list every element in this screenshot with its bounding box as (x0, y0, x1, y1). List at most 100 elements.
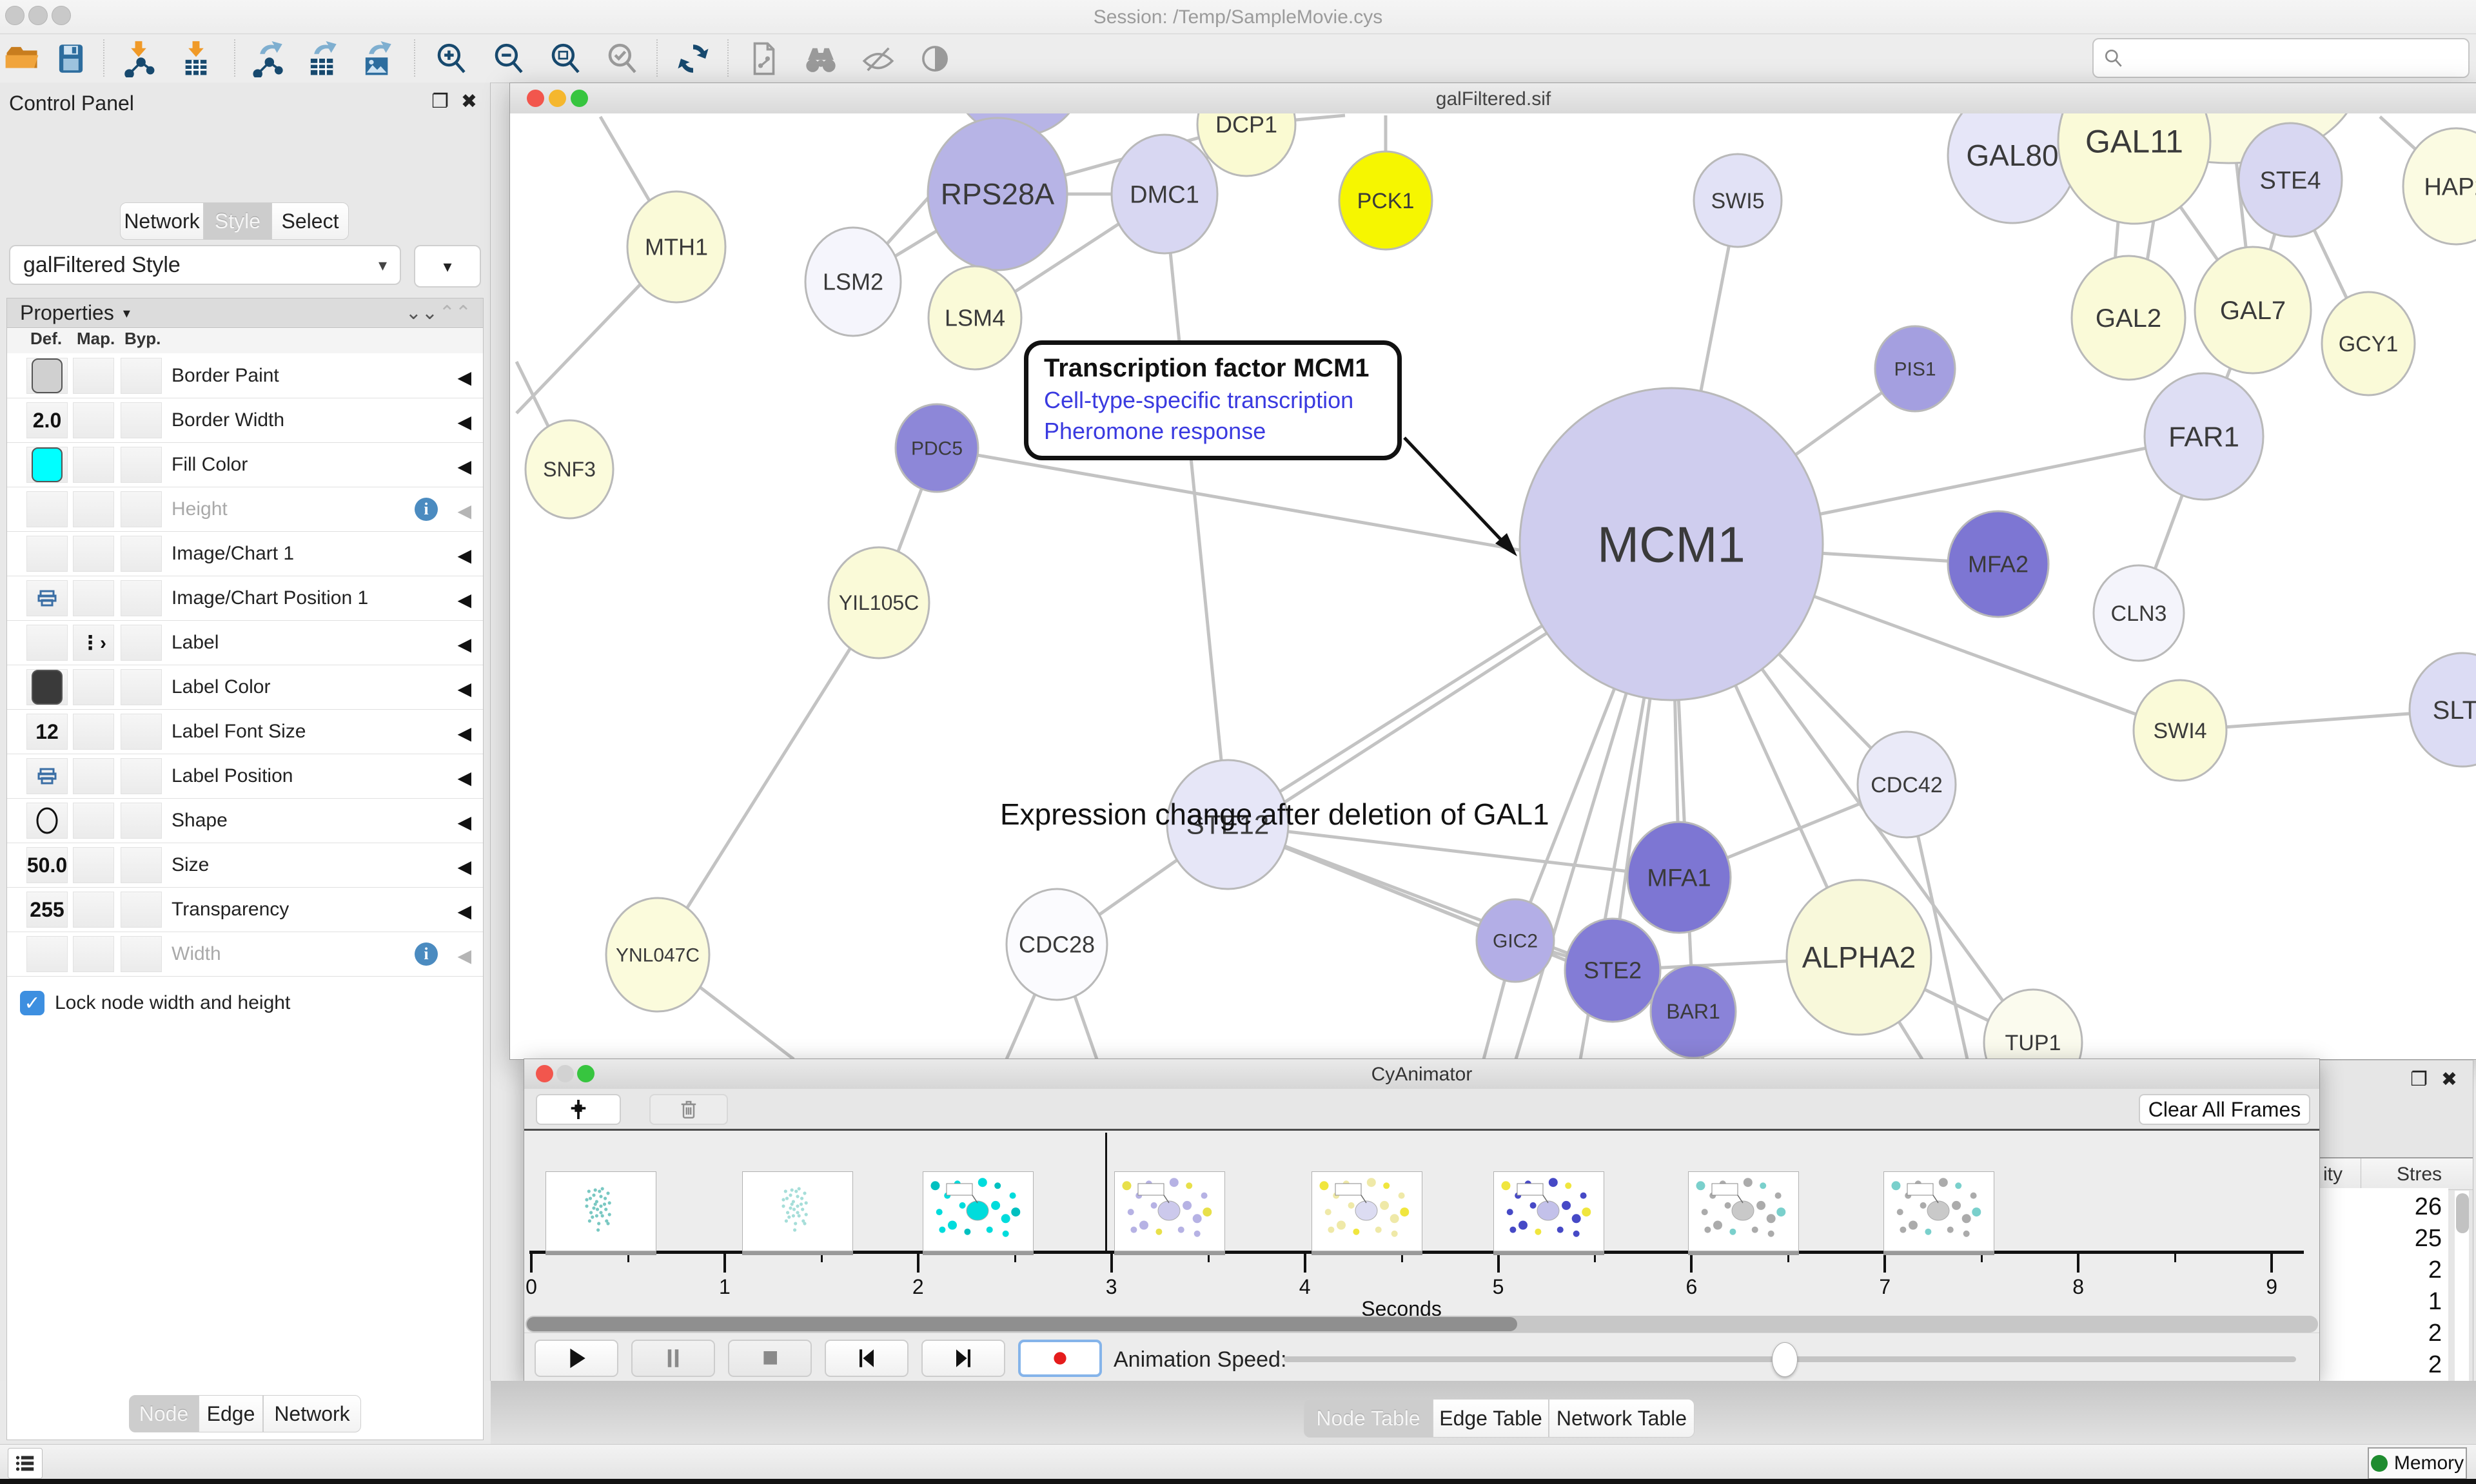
info-icon[interactable]: i (415, 942, 438, 966)
default-cell[interactable]: 50.0 (26, 847, 68, 883)
property-row-label-position[interactable]: Label Position◀ (7, 754, 483, 799)
hide-details-button[interactable] (855, 38, 901, 79)
lock-node-size-row[interactable]: ✓ Lock node width and height (7, 981, 483, 1026)
export-network-button[interactable] (245, 38, 291, 79)
mapping-cell[interactable] (73, 491, 114, 527)
export-image-button[interactable] (354, 38, 400, 79)
next-frame-button[interactable] (921, 1340, 1005, 1377)
float-panel-icon[interactable]: ❐ (431, 90, 449, 113)
open-folder-button[interactable] (0, 38, 45, 79)
binoculars-button[interactable] (798, 38, 844, 79)
animation-frame-1[interactable] (742, 1171, 853, 1251)
collapse-all-icon[interactable]: ⌃⌃ (439, 302, 471, 324)
animation-frame-7[interactable] (1883, 1171, 1994, 1251)
tab-style[interactable]: Style (204, 202, 271, 240)
cyanimator-titlebar[interactable]: CyAnimator (524, 1059, 2319, 1089)
close-table-icon[interactable]: ✖ (2441, 1068, 2457, 1091)
table-cell[interactable]: 1 (2403, 1288, 2442, 1316)
property-row-height[interactable]: Heighti◀ (7, 487, 483, 532)
show-details-button[interactable] (912, 38, 958, 79)
mapping-cell[interactable]: ⋮› (73, 625, 114, 661)
timeline-playhead[interactable] (1105, 1133, 1107, 1253)
style-selector-dropdown[interactable]: galFiltered Style ▾ (9, 245, 401, 285)
property-row-shape[interactable]: Shape◀ (7, 799, 483, 843)
tab-network[interactable]: Network (120, 202, 204, 240)
property-row-border-paint[interactable]: Border Paint◀ (7, 354, 483, 398)
expand-all-icon[interactable]: ⌄⌄ (406, 302, 438, 324)
mapping-cell[interactable] (73, 536, 114, 572)
bypass-cell[interactable] (121, 847, 162, 883)
add-frame-button[interactable] (536, 1094, 621, 1125)
collapse-arrow-icon[interactable]: ◀ (457, 678, 471, 699)
record-button[interactable] (1018, 1340, 1102, 1377)
bypass-cell[interactable] (121, 669, 162, 705)
property-row-label-color[interactable]: Label Color◀ (7, 665, 483, 710)
refresh-layout-button[interactable] (670, 38, 716, 79)
animation-frame-5[interactable] (1493, 1171, 1604, 1251)
collapse-arrow-icon[interactable]: ◀ (457, 634, 471, 655)
collapse-arrow-icon[interactable]: ◀ (457, 411, 471, 433)
mapping-cell[interactable] (73, 847, 114, 883)
info-icon[interactable]: i (415, 498, 438, 521)
annotation-link-2[interactable]: Pheromone response (1044, 418, 1382, 445)
zoom-selected-button[interactable] (599, 38, 645, 79)
table-tab-node-table[interactable]: Node Table (1304, 1399, 1433, 1438)
mapping-cell[interactable] (73, 758, 114, 794)
default-cell[interactable]: 12 (26, 714, 68, 750)
import-network-button[interactable] (115, 38, 162, 79)
task-history-button[interactable] (8, 1448, 43, 1479)
bypass-cell[interactable] (121, 358, 162, 394)
animation-frame-2[interactable] (923, 1171, 1034, 1251)
property-row-image-chart-1[interactable]: Image/Chart 1◀ (7, 532, 483, 576)
play-button[interactable] (535, 1340, 618, 1377)
mapping-cell[interactable] (73, 358, 114, 394)
property-row-width[interactable]: Widthi◀ (7, 932, 483, 977)
default-cell[interactable] (26, 491, 68, 527)
style-options-button[interactable]: ▾ (414, 245, 481, 288)
collapse-arrow-icon[interactable]: ◀ (457, 812, 471, 833)
bypass-cell[interactable] (121, 491, 162, 527)
mapping-cell[interactable] (73, 447, 114, 483)
default-cell[interactable] (26, 803, 68, 839)
zoom-fit-button[interactable] (542, 38, 589, 79)
collapse-arrow-icon[interactable]: ◀ (457, 589, 471, 610)
save-session-button[interactable] (48, 38, 94, 79)
table-cell[interactable]: 26 (2403, 1193, 2442, 1221)
timeline[interactable]: 0123456789Seconds (524, 1131, 2319, 1314)
clear-all-frames-button[interactable]: Clear All Frames (2139, 1094, 2310, 1125)
stop-button[interactable] (728, 1340, 812, 1377)
bypass-cell[interactable] (121, 402, 162, 438)
property-row-label-font-size[interactable]: 12Label Font Size◀ (7, 710, 483, 754)
memory-button[interactable]: Memory (2368, 1447, 2467, 1479)
zoom-in-button[interactable] (428, 38, 475, 79)
default-cell[interactable] (26, 936, 68, 972)
mapping-cell[interactable] (73, 892, 114, 928)
mapping-cell[interactable] (73, 803, 114, 839)
table-cell[interactable]: 2 (2403, 1256, 2442, 1284)
properties-header[interactable]: Properties▾ ⌄⌄ ⌃⌃ (7, 298, 483, 328)
animation-frame-0[interactable] (545, 1171, 656, 1251)
property-row-fill-color[interactable]: Fill Color◀ (7, 443, 483, 487)
bypass-cell[interactable] (121, 625, 162, 661)
annotation-link-1[interactable]: Cell-type-specific transcription (1044, 387, 1382, 414)
tab-select[interactable]: Select (271, 202, 349, 240)
default-cell[interactable] (26, 580, 68, 616)
mapping-cell[interactable] (73, 936, 114, 972)
bypass-cell[interactable] (121, 580, 162, 616)
mapping-cell[interactable] (73, 402, 114, 438)
zoom-out-button[interactable] (486, 38, 532, 79)
previous-frame-button[interactable] (825, 1340, 909, 1377)
default-cell[interactable]: 2.0 (26, 402, 68, 438)
network-canvas[interactable]: RPS28ADCP1DMC1MTH1LSM2LSM4PCK1SWI5GAL80G… (510, 113, 2476, 1059)
table-tab-edge-table[interactable]: Edge Table (1433, 1399, 1549, 1438)
table-cell[interactable]: 25 (2403, 1225, 2442, 1253)
pause-button[interactable] (631, 1340, 715, 1377)
mcm1-annotation-box[interactable]: Transcription factor MCM1 Cell-type-spec… (1024, 340, 1402, 460)
attribute-tab-node[interactable]: Node (129, 1395, 199, 1432)
default-cell[interactable] (26, 758, 68, 794)
collapse-arrow-icon[interactable]: ◀ (457, 367, 471, 388)
export-table-button[interactable] (299, 38, 346, 79)
animation-frame-6[interactable] (1688, 1171, 1799, 1251)
collapse-arrow-icon[interactable]: ◀ (457, 856, 471, 877)
collapse-arrow-icon[interactable]: ◀ (457, 545, 471, 566)
